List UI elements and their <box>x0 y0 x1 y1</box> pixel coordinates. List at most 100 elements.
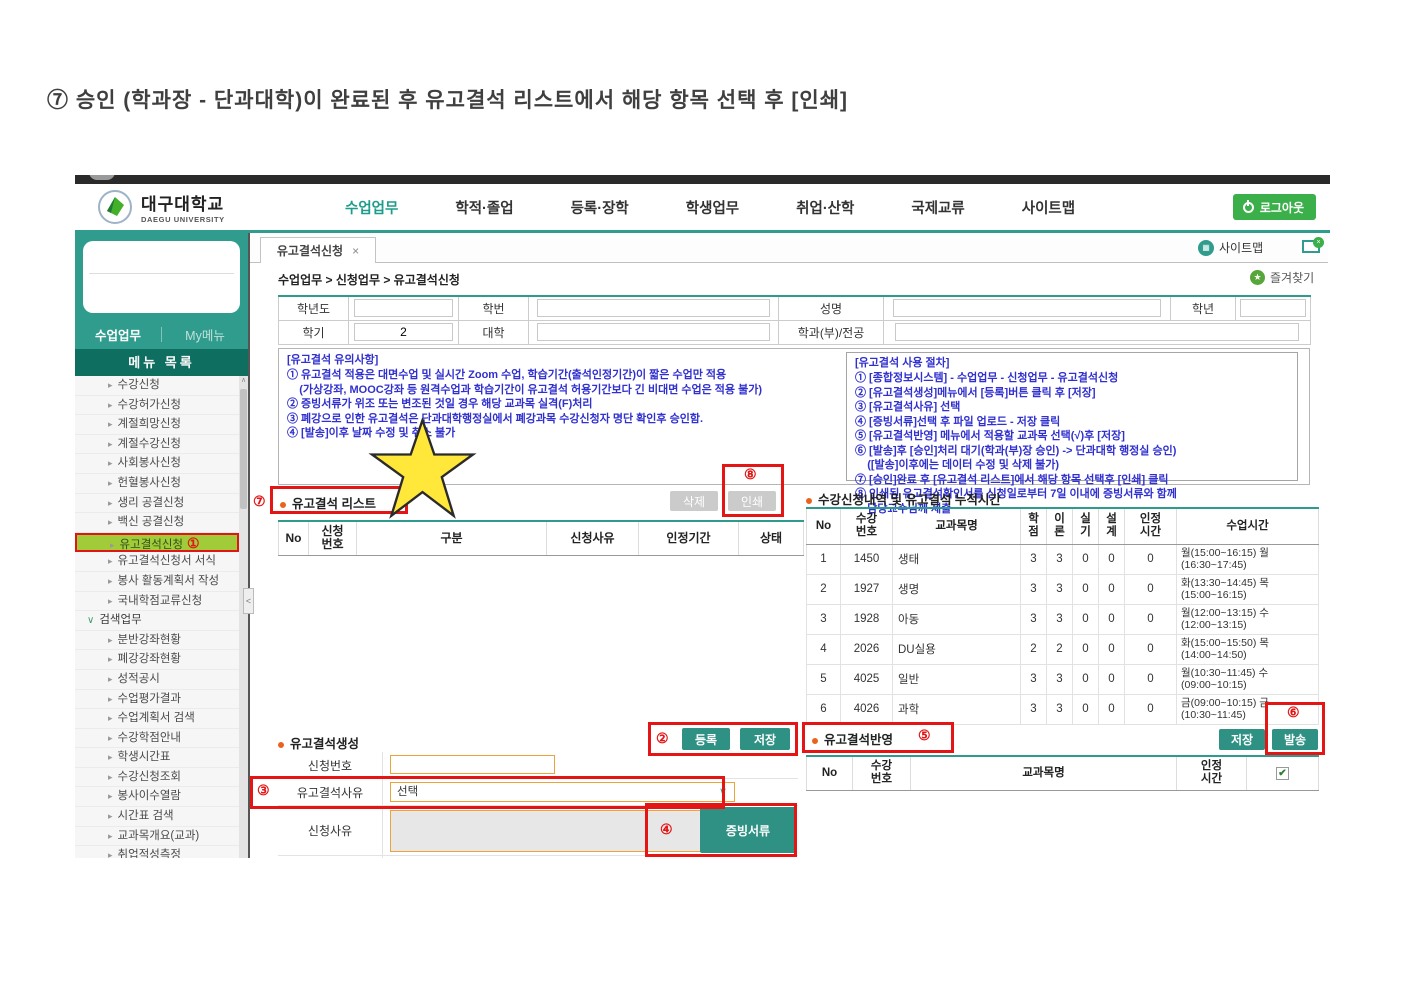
table-row: 54025일반33000월(10:30~11:45) 수(09:00~10:15… <box>807 664 1319 694</box>
tabbar: 유고결석신청 × ▦ 사이트맵 × <box>250 233 1328 263</box>
logout-label: 로그아웃 <box>1260 199 1304 216</box>
sitemap-icon: ▦ <box>1198 240 1214 256</box>
apply-table: No 수강 번호 교과목명 인정 시간 ✔ <box>806 755 1319 791</box>
star-annotation <box>325 418 520 520</box>
sidebar-item-service-view[interactable]: ▸봉사이수열람 <box>75 787 239 807</box>
arrow-icon: ▸ <box>108 400 113 410</box>
apply-no-row: 신청번호 <box>278 752 798 779</box>
nav-item-records[interactable]: 학적·졸업 <box>455 197 513 218</box>
sidebar-item-timetable[interactable]: ▸학생시간표 <box>75 748 239 768</box>
create-section-title: 유고결석생성 <box>278 733 359 753</box>
sidebar-group-search[interactable]: ∨검색업무 <box>75 611 239 631</box>
favorite-button[interactable]: ★ 즐겨찾기 <box>1250 269 1314 286</box>
notice-procedure-title: [유고결석 사용 절차] <box>855 356 1289 371</box>
notice-procedure: [유고결석 사용 절차] ① [종합정보시스템] - 수업업무 - 신청업무 -… <box>846 352 1298 481</box>
sidebar-item-menstrual-absence[interactable]: ▸생리 공결신청 <box>75 494 239 514</box>
table-row: 64026과학33000금(09:00~10:15) 금(10:30~11:45… <box>807 694 1319 724</box>
power-icon <box>1243 202 1254 213</box>
logo-title: 대구대학교 <box>141 190 225 215</box>
sidebar-item-timetable-search[interactable]: ▸시간표 검색 <box>75 807 239 827</box>
arrow-icon: ▸ <box>108 478 113 488</box>
sidebar-collapse-handle[interactable]: < <box>243 588 254 614</box>
tab-absence-apply[interactable]: 유고결석신청 × <box>260 237 376 263</box>
nav-item-international[interactable]: 국제교류 <box>911 197 964 218</box>
apply-save-button[interactable]: 저장 <box>1219 729 1265 750</box>
nav-item-registration[interactable]: 등록·장학 <box>571 197 629 218</box>
arrow-icon: ▸ <box>108 517 113 527</box>
student-no-input[interactable] <box>537 299 770 317</box>
arrow-icon: ▸ <box>108 380 113 390</box>
sidebar-item-domestic-credit[interactable]: ▸국내학점교류신청 <box>75 592 239 612</box>
logout-button[interactable]: 로그아웃 <box>1233 194 1316 220</box>
label-name: 성명 <box>779 296 884 320</box>
sidebar-item-enroll-lookup[interactable]: ▸수강신청조회 <box>75 768 239 788</box>
sidebar-item-vaccine-absence[interactable]: ▸백신 공결신청 <box>75 513 239 533</box>
sidebar-item-seasonal-course[interactable]: ▸계절수강신청 <box>75 435 239 455</box>
scroll-up-icon[interactable]: ∧ <box>239 376 248 387</box>
arrow-icon: ▸ <box>108 596 113 606</box>
student-info-form: 학년도 학번 성명 학년 학기 대학 학과(부)/전공 <box>278 295 1311 345</box>
label-grade: 학년 <box>1171 296 1236 320</box>
arrow-icon: ▸ <box>108 556 113 566</box>
nav-item-sitemap[interactable]: 사이트맵 <box>1022 197 1075 218</box>
sidebar-item-course-apply[interactable]: ▸수강신청 <box>75 376 239 396</box>
semester-input[interactable] <box>354 323 453 341</box>
nav-item-classwork[interactable]: 수업업무 <box>345 197 398 218</box>
sidebar-item-aptitude[interactable]: ▸취업적성측정 <box>75 846 239 858</box>
send-redbox <box>1265 702 1325 755</box>
create-buttons-redbox <box>648 722 798 756</box>
apply-no-input[interactable] <box>390 755 555 774</box>
year-input[interactable] <box>354 299 453 317</box>
nav-item-student[interactable]: 학생업무 <box>686 197 739 218</box>
sidebar-item-blood-service[interactable]: ▸헌혈봉사신청 <box>75 474 239 494</box>
college-input[interactable] <box>537 323 770 341</box>
sidebar: 수업업무 My메뉴 메뉴 목록 ▸수강신청 ▸수강허가신청 ▸계절희망신청 ▸계… <box>75 233 250 858</box>
sidebar-tab-classwork[interactable]: 수업업무 <box>75 325 161 344</box>
arrow-icon: ▸ <box>108 694 113 704</box>
arrow-icon: ▸ <box>108 850 113 858</box>
sidebar-item-absence-form[interactable]: ▸유고결석신청서 서식 <box>75 552 239 572</box>
sidebar-item-social-service[interactable]: ▸사회봉사신청 <box>75 454 239 474</box>
name-input[interactable] <box>893 299 1162 317</box>
evidence-redbox <box>645 803 797 857</box>
sidebar-item-course-permit[interactable]: ▸수강허가신청 <box>75 396 239 416</box>
grade-input[interactable] <box>1240 299 1305 317</box>
breadcrumb: 수업업무 > 신청업무 > 유고결석신청 <box>278 271 460 288</box>
tab-close-icon[interactable]: × <box>352 244 359 258</box>
arrow-icon: ▸ <box>108 713 113 723</box>
delete-button[interactable]: 삭제 <box>670 491 718 511</box>
sidebar-tab-mymenu[interactable]: My메뉴 <box>162 325 248 344</box>
arrow-icon: ▸ <box>108 419 113 429</box>
select-all-checkbox[interactable]: ✔ <box>1276 767 1289 780</box>
sidebar-item-eval-result[interactable]: ▸수업평가결과 <box>75 690 239 710</box>
arrow-icon: ▸ <box>110 540 115 550</box>
sidebar-item-class-status[interactable]: ▸분반강좌현황 <box>75 631 239 651</box>
sidebar-item-syllabus-search[interactable]: ▸수업계획서 검색 <box>75 709 239 729</box>
sidebar-scrollbar[interactable]: ∧ <box>239 376 248 858</box>
arrow-icon: ▸ <box>108 752 113 762</box>
sidebar-item-seasonal-hope[interactable]: ▸계절희망신청 <box>75 415 239 435</box>
sidebar-item-service-plan[interactable]: ▸봉사 활동계획서 작성 <box>75 572 239 592</box>
sidebar-item-course-outline[interactable]: ▸교과목개요(교과) <box>75 827 239 847</box>
arrow-icon: ▸ <box>108 498 113 508</box>
sidebar-item-closed-status[interactable]: ▸폐강강좌현황 <box>75 650 239 670</box>
sitemap-button[interactable]: ▦ 사이트맵 <box>1198 239 1263 256</box>
arrow-icon: ▸ <box>108 674 113 684</box>
annotation-7: ⑦ <box>253 493 266 510</box>
major-input[interactable] <box>895 323 1298 341</box>
nav-item-career[interactable]: 취업·산학 <box>796 197 854 218</box>
arrow-icon: ▸ <box>108 654 113 664</box>
main-nav: 수업업무 학적·졸업 등록·장학 학생업무 취업·산학 국제교류 사이트맵 <box>345 197 1075 218</box>
sidebar-item-credit-guide[interactable]: ▸수강학점안내 <box>75 729 239 749</box>
sidebar-item-absence-apply[interactable]: ▸유고결석신청① <box>75 533 239 553</box>
favorite-star-icon: ★ <box>1250 270 1265 285</box>
sidebar-tabs: 수업업무 My메뉴 <box>75 319 248 349</box>
arrow-icon: ▸ <box>108 439 113 449</box>
scroll-thumb[interactable] <box>240 389 247 509</box>
close-all-windows-icon[interactable]: × <box>1302 240 1320 253</box>
app-header: 대구대학교 DAEGU UNIVERSITY 수업업무 학적·졸업 등록·장학 … <box>75 184 1330 233</box>
arrow-icon: ▸ <box>108 791 113 801</box>
enrollment-section-title: 수강신청내역 및 유고결석 누적시간 <box>806 489 1001 509</box>
sidebar-item-grade-post[interactable]: ▸성적공시 <box>75 670 239 690</box>
app-window: 대구대학교 DAEGU UNIVERSITY 수업업무 학적·졸업 등록·장학 … <box>75 175 1330 858</box>
